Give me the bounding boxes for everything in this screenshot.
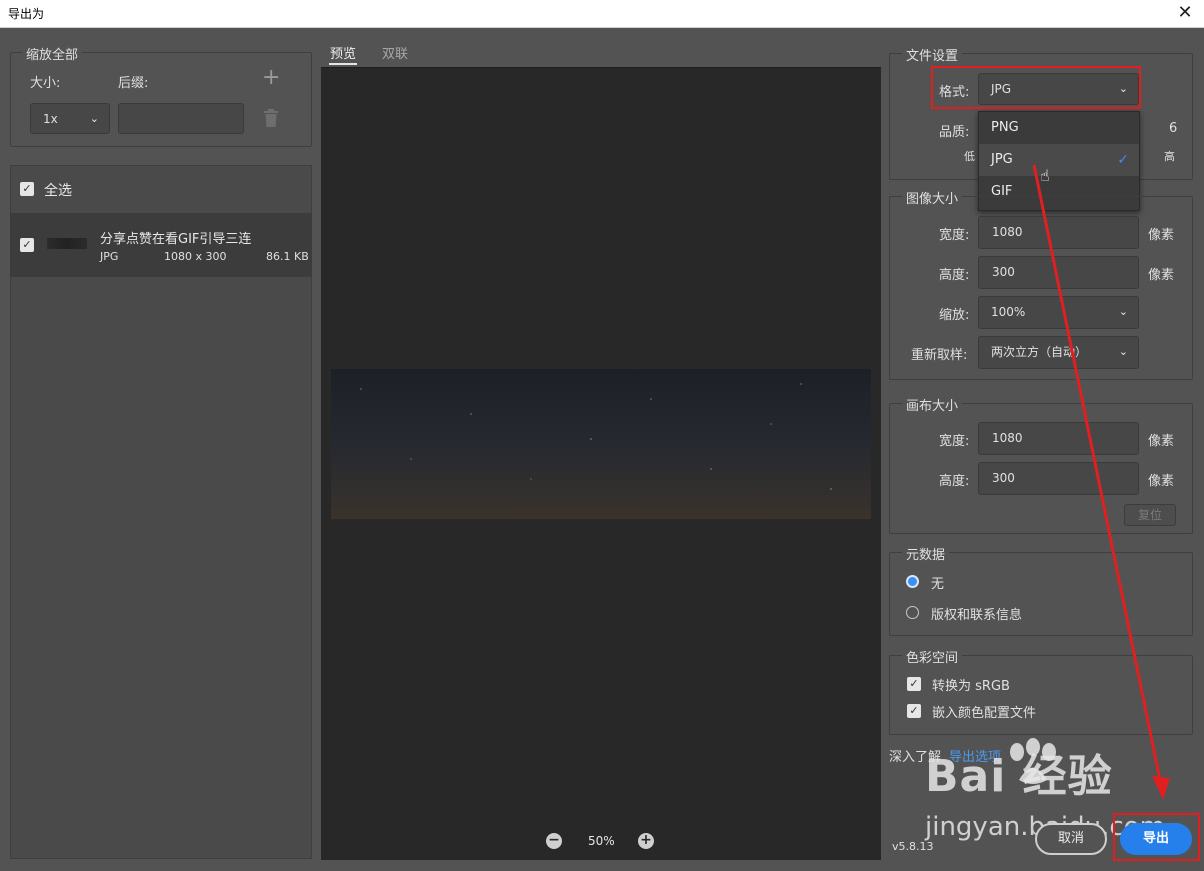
embed-profile-label: 嵌入颜色配置文件 bbox=[932, 706, 1037, 721]
title-bar bbox=[0, 0, 1204, 28]
suffix-label: 后缀: bbox=[118, 76, 149, 91]
suffix-input[interactable] bbox=[118, 103, 244, 134]
scale-select-value: 100% bbox=[991, 305, 1026, 319]
metadata-none-label: 无 bbox=[931, 577, 945, 592]
asset-format: JPG bbox=[100, 250, 119, 263]
format-option-png[interactable]: PNG bbox=[979, 112, 1139, 144]
reset-button[interactable]: 复位 bbox=[1124, 504, 1176, 526]
image-size-legend: 图像大小 bbox=[902, 188, 963, 207]
select-all-label: 全选 bbox=[44, 183, 72, 199]
chevron-down-icon: ⌄ bbox=[1118, 345, 1128, 358]
metadata-group bbox=[889, 552, 1193, 636]
cancel-button[interactable]: 取消 bbox=[1035, 823, 1107, 855]
width-label: 宽度: bbox=[939, 228, 970, 243]
trash-icon[interactable] bbox=[262, 108, 280, 128]
format-option-label: PNG bbox=[991, 120, 1019, 135]
format-option-jpg[interactable]: JPG ✓ bbox=[979, 144, 1139, 176]
metadata-none-radio[interactable] bbox=[906, 575, 919, 588]
preview-image bbox=[331, 369, 871, 519]
canvas-width-label: 宽度: bbox=[939, 434, 970, 449]
resample-select-value: 两次立方（自动） bbox=[991, 345, 1088, 359]
height-label: 高度: bbox=[939, 268, 970, 283]
metadata-copyright-label: 版权和联系信息 bbox=[931, 608, 1023, 623]
height-unit: 像素 bbox=[1148, 268, 1175, 283]
close-icon[interactable]: ✕ bbox=[1174, 2, 1196, 24]
quality-high-label: 高 bbox=[1164, 150, 1175, 163]
quality-low-label: 低 bbox=[964, 150, 975, 163]
metadata-legend: 元数据 bbox=[902, 544, 950, 563]
add-icon[interactable]: + bbox=[262, 66, 280, 90]
canvas-width-unit: 像素 bbox=[1148, 434, 1175, 449]
chevron-down-icon: ⌄ bbox=[89, 112, 99, 125]
canvas-size-legend: 画布大小 bbox=[902, 395, 963, 414]
window-title: 导出为 bbox=[8, 7, 45, 21]
chevron-down-icon: ⌄ bbox=[1118, 305, 1128, 318]
asset-filesize: 86.1 KB bbox=[266, 250, 309, 263]
quality-value: 6 bbox=[1169, 121, 1178, 136]
height-input[interactable]: 300 bbox=[978, 256, 1139, 289]
scale-label: 缩放: bbox=[939, 308, 970, 323]
annotation-highlight-export bbox=[1113, 813, 1200, 861]
resample-label: 重新取样: bbox=[911, 348, 968, 363]
scale-all-legend: 缩放全部 bbox=[22, 44, 83, 63]
version-label: v5.8.13 bbox=[892, 840, 934, 853]
convert-srgb-label: 转换为 sRGB bbox=[932, 679, 1010, 694]
size-select-value: 1x bbox=[43, 112, 58, 126]
asset-dimensions: 1080 x 300 bbox=[164, 250, 227, 263]
canvas-height-input[interactable]: 300 bbox=[978, 462, 1139, 495]
hand-cursor-icon: ☝ bbox=[1040, 166, 1050, 185]
asset-name: 分享点赞在看GIF引导三连 bbox=[100, 232, 252, 247]
canvas-height-label: 高度: bbox=[939, 474, 970, 489]
active-tab-indicator bbox=[329, 63, 357, 65]
color-space-group bbox=[889, 655, 1193, 735]
checkmark-icon: ✓ bbox=[1117, 152, 1129, 168]
select-all-checkbox[interactable]: ✓ bbox=[20, 182, 34, 196]
zoom-level: 50% bbox=[588, 834, 615, 848]
color-space-legend: 色彩空间 bbox=[902, 647, 963, 666]
zoom-out-icon[interactable]: − bbox=[546, 833, 562, 849]
annotation-highlight-format bbox=[931, 66, 1141, 109]
tab-preview[interactable]: 预览 bbox=[330, 43, 356, 62]
file-settings-legend: 文件设置 bbox=[902, 45, 963, 64]
canvas-width-input[interactable]: 1080 bbox=[978, 422, 1139, 455]
resample-select[interactable]: 两次立方（自动） ⌄ bbox=[978, 336, 1139, 369]
baidu-paw-icon bbox=[1010, 738, 1056, 784]
tab-two-up[interactable]: 双联 bbox=[382, 43, 408, 62]
size-select[interactable]: 1x ⌄ bbox=[30, 103, 110, 134]
asset-thumbnail bbox=[47, 238, 87, 249]
metadata-copyright-radio[interactable] bbox=[906, 606, 919, 619]
zoom-in-icon[interactable]: + bbox=[638, 833, 654, 849]
width-unit: 像素 bbox=[1148, 228, 1175, 243]
asset-checkbox[interactable]: ✓ bbox=[20, 238, 34, 252]
format-option-label: JPG bbox=[991, 152, 1013, 167]
convert-srgb-checkbox[interactable]: ✓ bbox=[907, 677, 921, 691]
width-input[interactable]: 1080 bbox=[978, 216, 1139, 249]
canvas-height-unit: 像素 bbox=[1148, 474, 1175, 489]
size-label: 大小: bbox=[30, 76, 61, 91]
scale-select[interactable]: 100% ⌄ bbox=[978, 296, 1139, 329]
embed-profile-checkbox[interactable]: ✓ bbox=[907, 704, 921, 718]
quality-label: 品质: bbox=[939, 125, 970, 140]
